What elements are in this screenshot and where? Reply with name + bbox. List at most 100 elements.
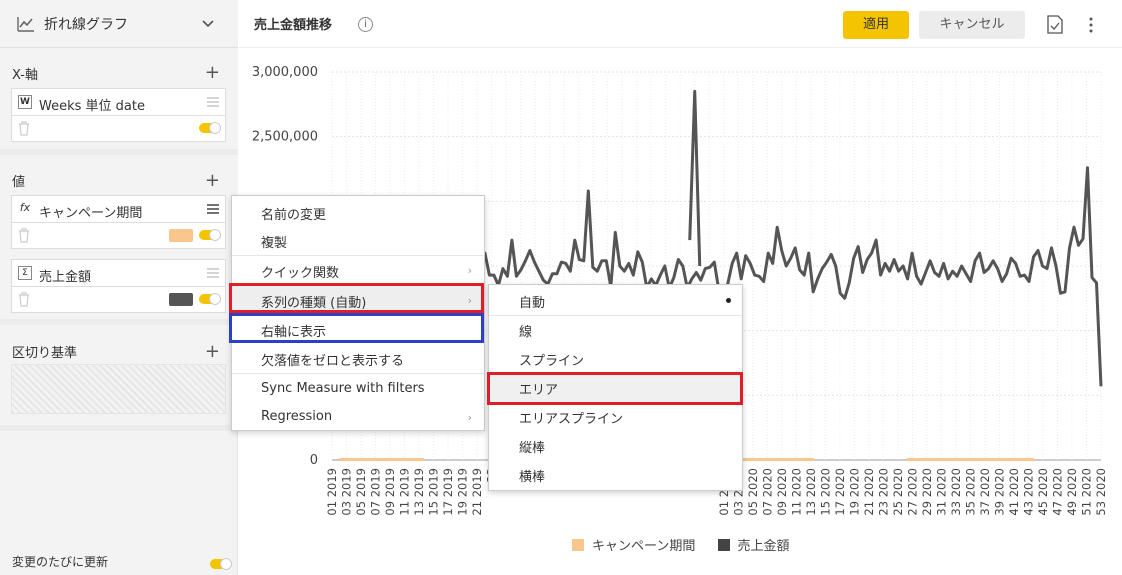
sales-series-spike bbox=[688, 89, 702, 267]
menu-divider bbox=[232, 373, 484, 374]
menu-item-quick-functions[interactable]: クイック関数 › bbox=[232, 256, 484, 284]
cancel-button[interactable]: キャンセル bbox=[919, 11, 1025, 39]
legend-label-sales[interactable]: 売上金額 bbox=[738, 539, 790, 554]
series-context-menu: 名前の変更 複製 クイック関数 › 系列の種類 (自動) › 右軸に表示 欠落値をゼ… bbox=[231, 195, 485, 431]
x-tick-label: 05 2020 bbox=[746, 468, 760, 516]
add-x-axis-icon[interactable]: + bbox=[205, 64, 220, 82]
menu-item-rename[interactable]: 名前の変更 bbox=[232, 198, 484, 226]
x-tick-label: 01 2019 bbox=[325, 468, 339, 516]
legend-swatch-sales bbox=[717, 539, 730, 551]
x-tick-label: 07 2020 bbox=[760, 468, 774, 516]
x-tick-label: 51 2020 bbox=[1079, 468, 1093, 516]
x-tick-label: 23 2020 bbox=[876, 468, 890, 516]
x-tick-label: 19 2020 bbox=[847, 468, 861, 516]
series-type-spline[interactable]: スプライン bbox=[489, 344, 742, 373]
x-tick-label: 29 2020 bbox=[920, 468, 934, 516]
series-color-swatch[interactable] bbox=[169, 293, 193, 306]
x-tick-label: 19 2019 bbox=[456, 468, 470, 516]
app: 折れ線グラフ X-軸 + W Weeks 単位 date 値 + fx キャンペ… bbox=[0, 0, 1122, 575]
x-tick-label: 37 2020 bbox=[978, 468, 992, 516]
x-tick-label: 17 2019 bbox=[441, 468, 455, 516]
x-tick-label: 09 2020 bbox=[775, 468, 789, 516]
series-type-submenu: 自動 線 スプライン エリア エリアスプライン 縦棒 横棒 bbox=[488, 284, 743, 491]
series-type-column[interactable]: 縦棒 bbox=[489, 431, 742, 460]
x-tick-label: 53 2020 bbox=[1094, 468, 1108, 516]
x-tick-label: 41 2020 bbox=[1007, 468, 1021, 516]
x-tick-label: 11 2020 bbox=[789, 468, 803, 516]
x-tick-label: 31 2020 bbox=[934, 468, 948, 516]
series-toggle[interactable] bbox=[199, 293, 221, 305]
value-field-campaign[interactable]: fx キャンペーン期間 bbox=[11, 195, 226, 223]
x-axis-section: X-軸 + W Weeks 単位 date bbox=[0, 48, 238, 149]
chart-type-label: 折れ線グラフ bbox=[44, 17, 128, 33]
series-toggle[interactable] bbox=[199, 229, 221, 241]
legend: キャンペーン期間 売上金額 bbox=[572, 535, 790, 554]
x-tick-label: 09 2019 bbox=[383, 468, 397, 516]
line-chart-icon bbox=[17, 17, 34, 32]
x-axis-field[interactable]: W Weeks 単位 date bbox=[11, 88, 226, 116]
x-tick-label: 35 2020 bbox=[963, 468, 977, 516]
x-axis-field-options bbox=[11, 116, 226, 142]
info-icon[interactable]: i bbox=[358, 17, 373, 32]
breakdown-drop-zone[interactable] bbox=[11, 364, 226, 414]
add-breakdown-icon[interactable]: + bbox=[205, 343, 220, 361]
x-tick-label: 21 2020 bbox=[862, 468, 876, 516]
trash-icon[interactable] bbox=[17, 292, 31, 307]
x-tick-label: 33 2020 bbox=[949, 468, 963, 516]
values-title: 値 bbox=[12, 175, 26, 190]
auto-update-toggle[interactable] bbox=[210, 558, 232, 570]
menu-item-show-on-right-axis[interactable]: 右軸に表示 bbox=[232, 315, 484, 343]
trash-icon[interactable] bbox=[17, 121, 31, 136]
document-check-icon[interactable] bbox=[1047, 15, 1063, 34]
legend-label-campaign[interactable]: キャンペーン期間 bbox=[592, 539, 695, 554]
drag-handle-icon[interactable] bbox=[207, 97, 219, 107]
x-axis-field-label: Weeks 単位 date bbox=[39, 99, 145, 114]
legend-swatch-campaign bbox=[572, 539, 584, 551]
formula-icon: fx bbox=[19, 201, 31, 214]
chart-type-selector[interactable]: 折れ線グラフ bbox=[0, 0, 238, 48]
chart-title: 売上金額推移 bbox=[254, 18, 333, 33]
values-section: 値 + fx キャンペーン期間 Σ 売上金額 bbox=[0, 155, 238, 319]
chevron-down-icon[interactable] bbox=[200, 15, 216, 31]
x-tick-label: 43 2020 bbox=[1021, 468, 1035, 516]
apply-button[interactable]: 適用 bbox=[843, 11, 909, 39]
left-panel: 折れ線グラフ X-軸 + W Weeks 単位 date 値 + fx キャンペ… bbox=[0, 0, 238, 575]
x-tick-label: 13 2019 bbox=[412, 468, 426, 516]
chevron-right-icon: › bbox=[467, 264, 472, 277]
campaign-period-band bbox=[339, 458, 424, 461]
menu-item-series-type[interactable]: 系列の種類 (自動) › bbox=[232, 286, 484, 314]
series-type-area-spline[interactable]: エリアスプライン bbox=[489, 402, 742, 431]
series-type-auto[interactable]: 自動 bbox=[489, 286, 742, 315]
value-field-options bbox=[11, 223, 226, 249]
series-type-line[interactable]: 線 bbox=[489, 315, 742, 344]
selected-dot-icon bbox=[726, 298, 731, 303]
x-axis-toggle[interactable] bbox=[199, 122, 221, 134]
value-field-label: 売上金額 bbox=[39, 270, 92, 285]
drag-handle-icon[interactable] bbox=[207, 268, 219, 278]
x-tick-label: 05 2019 bbox=[354, 468, 368, 516]
trash-icon[interactable] bbox=[17, 228, 31, 243]
x-axis-title: X-軸 bbox=[12, 68, 38, 83]
x-tick-label: 07 2019 bbox=[369, 468, 383, 516]
hamburger-menu-icon[interactable] bbox=[207, 204, 219, 214]
x-tick-label: 21 2019 bbox=[470, 468, 484, 516]
x-tick-label: 13 2020 bbox=[804, 468, 818, 516]
menu-item-show-missing-as-zero[interactable]: 欠落値をゼロと表示する bbox=[232, 344, 484, 372]
series-type-area[interactable]: エリア bbox=[489, 373, 742, 402]
x-tick-label: 39 2020 bbox=[992, 468, 1006, 516]
breakdown-title: 区切り基準 bbox=[12, 346, 78, 361]
x-tick-label: 11 2019 bbox=[398, 468, 412, 516]
menu-item-sync-measure[interactable]: Sync Measure with filters bbox=[232, 375, 484, 403]
series-type-bar[interactable]: 横棒 bbox=[489, 460, 742, 489]
x-tick-label: 03 2019 bbox=[340, 468, 354, 516]
more-vertical-icon[interactable] bbox=[1088, 16, 1094, 34]
x-tick-label: 15 2020 bbox=[818, 468, 832, 516]
menu-item-regression[interactable]: Regression › bbox=[232, 403, 484, 431]
add-value-icon[interactable]: + bbox=[205, 172, 220, 190]
divider bbox=[0, 425, 238, 431]
series-color-swatch[interactable] bbox=[169, 229, 193, 242]
value-field-sales[interactable]: Σ 売上金額 bbox=[11, 259, 226, 287]
x-tick-label: 25 2020 bbox=[891, 468, 905, 516]
chevron-right-icon: › bbox=[467, 411, 472, 424]
menu-item-duplicate[interactable]: 複製 bbox=[232, 226, 484, 254]
